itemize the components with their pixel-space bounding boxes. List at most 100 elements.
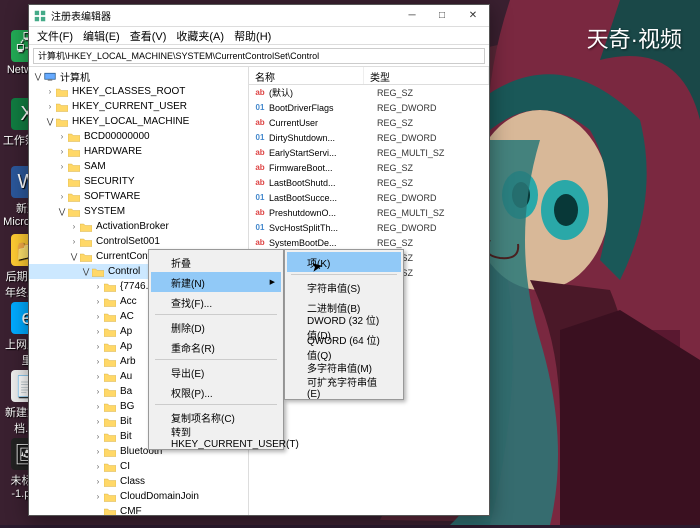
folder-icon — [103, 476, 117, 488]
tree-item[interactable]: ⋁计算机 — [29, 69, 248, 84]
menu-item[interactable]: QWORD (64 位)值(Q) — [287, 337, 401, 357]
menu-item[interactable]: 折叠 — [151, 252, 281, 272]
desktop: 天奇·视频 5、打开新建 🖧NetworkX工作簿1...W新建 Microso… — [0, 0, 700, 525]
menu-item[interactable]: 收藏夹(A) — [172, 28, 228, 44]
menu-item[interactable]: 删除(D) — [151, 317, 281, 337]
folder-icon — [67, 131, 81, 143]
menu-item[interactable]: 查找(F)... — [151, 292, 281, 312]
folder-icon — [67, 191, 81, 203]
tree-item[interactable]: ›ControlSet001 — [29, 234, 248, 249]
menu-item[interactable]: 重命名(R) — [151, 337, 281, 357]
tree-item[interactable]: ›BCD00000000 — [29, 129, 248, 144]
context-menu[interactable]: 折叠新建(N)查找(F)...删除(D)重命名(R)导出(E)权限(P)...复… — [148, 249, 284, 450]
menu-item[interactable]: 文件(F) — [33, 28, 77, 44]
folder-icon — [55, 116, 69, 128]
menu-item[interactable]: 可扩充字符串值(E) — [287, 377, 401, 397]
folder-icon — [103, 446, 117, 458]
tree-item[interactable]: ›HKEY_CLASSES_ROOT — [29, 84, 248, 99]
tree-item[interactable]: SECURITY — [29, 174, 248, 189]
folder-icon — [55, 86, 69, 98]
folder-icon — [79, 221, 93, 233]
tree-item[interactable]: ›Class — [29, 474, 248, 489]
maximize-button[interactable]: □ — [427, 5, 457, 26]
folder-icon — [103, 431, 117, 443]
value-icon: ab — [253, 147, 267, 159]
minimize-button[interactable]: ─ — [397, 5, 427, 26]
menu-item[interactable]: 查看(V) — [126, 28, 171, 44]
tree-item[interactable]: ›HARDWARE — [29, 144, 248, 159]
tree-item[interactable]: CMF — [29, 504, 248, 515]
address-input[interactable]: 计算机\HKEY_LOCAL_MACHINE\SYSTEM\CurrentCon… — [33, 48, 485, 64]
value-row[interactable]: 01BootDriverFlagsREG_DWORD — [249, 100, 489, 115]
titlebar[interactable]: 注册表编辑器 ─ □ ✕ — [29, 5, 489, 27]
submenu-new[interactable]: 项(K)字符串值(S)二进制值(B)DWORD (32 位)值(D)QWORD … — [284, 249, 404, 400]
folder-icon — [103, 341, 117, 353]
menu-item[interactable]: 导出(E) — [151, 362, 281, 382]
folder-icon — [103, 296, 117, 308]
value-icon: ab — [253, 207, 267, 219]
value-icon: ab — [253, 237, 267, 249]
folder-icon — [103, 281, 117, 293]
menu-item[interactable]: 转到 HKEY_CURRENT_USER(T) — [151, 427, 281, 447]
value-icon: ab — [253, 177, 267, 189]
folder-icon — [103, 401, 117, 413]
menu-item[interactable]: 权限(P)... — [151, 382, 281, 402]
col-name[interactable]: 名称 — [249, 67, 364, 84]
folder-icon — [103, 506, 117, 516]
tree-item[interactable]: ›CI — [29, 459, 248, 474]
value-row[interactable]: 01DirtyShutdown...REG_DWORD — [249, 130, 489, 145]
folder-icon — [79, 236, 93, 248]
value-icon: 01 — [253, 192, 267, 204]
folder-icon — [67, 176, 81, 188]
tree-item[interactable]: ›ActivationBroker — [29, 219, 248, 234]
window-title: 注册表编辑器 — [51, 8, 397, 23]
app-icon — [33, 9, 47, 23]
value-icon: ab — [253, 117, 267, 129]
folder-icon — [55, 101, 69, 113]
folder-icon — [67, 206, 81, 218]
value-icon: 01 — [253, 222, 267, 234]
value-icon: 01 — [253, 132, 267, 144]
tree-item[interactable]: ⋁SYSTEM — [29, 204, 248, 219]
value-row[interactable]: abSystemBootDe...REG_SZ — [249, 235, 489, 250]
tree-item[interactable]: ›CloudDomainJoin — [29, 489, 248, 504]
folder-icon — [67, 146, 81, 158]
folder-icon — [103, 356, 117, 368]
value-row[interactable]: abEarlyStartServi...REG_MULTI_SZ — [249, 145, 489, 160]
value-row[interactable]: 01LastBootSucce...REG_DWORD — [249, 190, 489, 205]
folder-icon — [103, 416, 117, 428]
value-icon: ab — [253, 162, 267, 174]
value-icon: 01 — [253, 102, 267, 114]
menubar: 文件(F)编辑(E)查看(V)收藏夹(A)帮助(H) — [29, 27, 489, 45]
value-row[interactable]: abPreshutdownO...REG_MULTI_SZ — [249, 205, 489, 220]
tree-item[interactable]: ›HKEY_CURRENT_USER — [29, 99, 248, 114]
value-icon: ab — [253, 87, 267, 99]
folder-icon — [91, 266, 105, 278]
folder-icon — [43, 71, 57, 83]
folder-icon — [103, 491, 117, 503]
address-bar: 计算机\HKEY_LOCAL_MACHINE\SYSTEM\CurrentCon… — [29, 45, 489, 67]
tree-item[interactable]: ⋁HKEY_LOCAL_MACHINE — [29, 114, 248, 129]
tree-item[interactable]: ›SOFTWARE — [29, 189, 248, 204]
value-row[interactable]: ab(默认)REG_SZ — [249, 85, 489, 100]
folder-icon — [103, 461, 117, 473]
menu-item[interactable]: 编辑(E) — [79, 28, 124, 44]
value-row[interactable]: abCurrentUserREG_SZ — [249, 115, 489, 130]
col-type[interactable]: 类型 — [364, 67, 489, 84]
folder-icon — [103, 386, 117, 398]
menu-item[interactable]: 字符串值(S) — [287, 277, 401, 297]
value-row[interactable]: 01SvcHostSplitTh...REG_DWORD — [249, 220, 489, 235]
value-row[interactable]: abFirmwareBoot...REG_SZ — [249, 160, 489, 175]
close-button[interactable]: ✕ — [457, 5, 489, 26]
menu-item[interactable]: 项(K) — [287, 252, 401, 272]
menu-item[interactable]: 新建(N) — [151, 272, 281, 292]
folder-icon — [103, 311, 117, 323]
folder-icon — [103, 371, 117, 383]
value-row[interactable]: abLastBootShutd...REG_SZ — [249, 175, 489, 190]
folder-icon — [103, 326, 117, 338]
menu-item[interactable]: 帮助(H) — [230, 28, 275, 44]
watermark: 天奇·视频 — [587, 22, 682, 54]
folder-icon — [67, 161, 81, 173]
folder-icon — [79, 251, 93, 263]
tree-item[interactable]: ›SAM — [29, 159, 248, 174]
